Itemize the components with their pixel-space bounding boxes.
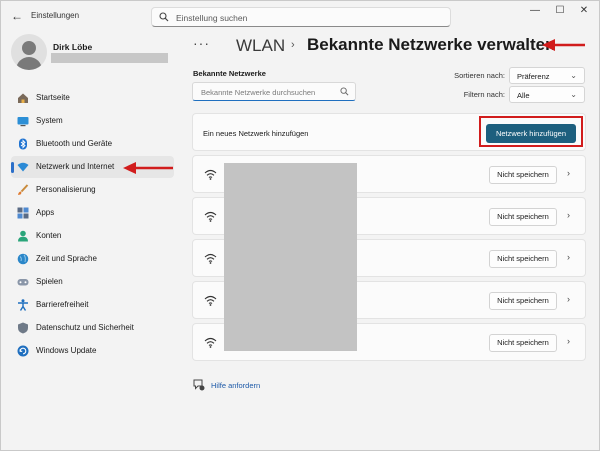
chevron-right-icon[interactable]: ›: [567, 294, 570, 304]
sort-dropdown[interactable]: Präferenz ⌄: [509, 67, 585, 84]
sidebar-item-label: Spielen: [36, 277, 63, 286]
sidebar-item-label: Personalisierung: [36, 185, 96, 194]
chevron-right-icon[interactable]: ›: [567, 336, 570, 346]
forget-network-button[interactable]: Nicht speichern: [489, 208, 557, 226]
gamepad-icon: [17, 279, 29, 286]
sidebar-item-label: Barrierefreiheit: [36, 300, 89, 309]
sidebar-item-label: Netzwerk und Internet: [36, 162, 115, 171]
account-icon: [18, 230, 28, 242]
annotation-arrow-title: [542, 39, 585, 51]
sidebar-item-konten[interactable]: Konten: [11, 225, 174, 247]
wifi-icon: [204, 211, 217, 222]
network-icon: [17, 162, 29, 172]
sidebar-item-spielen[interactable]: Spielen: [11, 271, 174, 293]
chevron-right-icon[interactable]: ›: [567, 210, 570, 220]
sidebar-item-label: Startseite: [36, 93, 70, 102]
profile-email-redacted: [51, 53, 168, 63]
sort-label: Sortieren nach:: [454, 71, 505, 80]
wifi-icon: [204, 169, 217, 180]
sidebar-item-datenschutz[interactable]: Datenschutz und Sicherheit: [11, 317, 174, 339]
section-label-known-networks: Bekannte Netzwerke: [193, 69, 266, 78]
brush-icon: [18, 184, 29, 195]
app-title: Einstellungen: [31, 11, 80, 20]
settings-window: ← Einstellungen Einstellung suchen — ☐ ✕…: [0, 0, 600, 451]
forget-network-button[interactable]: Nicht speichern: [489, 334, 557, 352]
sidebar-item-label: System: [36, 116, 63, 125]
network-search-input[interactable]: Bekannte Netzwerke durchsuchen: [192, 82, 356, 101]
title-bar: ← Einstellungen Einstellung suchen — ☐ ✕: [1, 1, 600, 31]
sidebar-item-personalisierung[interactable]: Personalisierung: [11, 179, 174, 201]
sidebar-item-system[interactable]: System: [11, 110, 174, 132]
chevron-right-icon[interactable]: ›: [567, 252, 570, 262]
sidebar-item-windows-update[interactable]: Windows Update: [11, 340, 174, 362]
search-placeholder: Einstellung suchen: [176, 13, 248, 23]
sidebar-item-barrierefreiheit[interactable]: Barrierefreiheit: [11, 294, 174, 316]
breadcrumb-separator: ›: [291, 39, 295, 51]
sidebar-item-label: Konten: [36, 231, 62, 240]
sidebar-item-label: Datenschutz und Sicherheit: [36, 323, 134, 332]
home-icon: [18, 93, 28, 103]
sidebar-item-label: Windows Update: [36, 346, 97, 355]
bluetooth-icon: [19, 138, 27, 150]
chevron-right-icon[interactable]: ›: [567, 168, 570, 178]
add-network-label: Ein neues Netzwerk hinzufügen: [203, 129, 309, 138]
system-icon: [17, 117, 29, 127]
close-icon[interactable]: ✕: [561, 1, 600, 21]
back-arrow-icon[interactable]: ←: [11, 9, 23, 23]
page-title: Bekannte Netzwerke verwalten: [307, 35, 556, 54]
wifi-icon: [204, 253, 217, 264]
sidebar-item-label: Zeit und Sprache: [36, 254, 97, 263]
filter-dropdown[interactable]: Alle ⌄: [509, 86, 585, 103]
profile-name: Dirk Löbe: [53, 42, 93, 52]
update-icon: [17, 345, 29, 357]
sidebar-item-apps[interactable]: Apps: [11, 202, 174, 224]
wifi-icon: [204, 337, 217, 348]
globe-icon: [17, 253, 29, 265]
avatar[interactable]: [11, 34, 47, 70]
wifi-icon: [204, 295, 217, 306]
annotation-arrow-sidebar: [123, 162, 173, 174]
forget-network-button[interactable]: Nicht speichern: [489, 166, 557, 184]
sort-value: Präferenz: [517, 72, 550, 81]
chevron-down-icon: ⌄: [570, 71, 577, 80]
breadcrumb-wlan[interactable]: WLAN: [236, 36, 285, 56]
breadcrumb-more-button[interactable]: ···: [193, 35, 210, 51]
forget-network-button[interactable]: Nicht speichern: [489, 292, 557, 310]
sidebar-item-label: Apps: [36, 208, 55, 217]
chevron-down-icon: ⌄: [570, 90, 577, 99]
sidebar-item-bluetooth[interactable]: Bluetooth und Geräte: [11, 133, 174, 155]
sidebar-item-zeit-sprache[interactable]: Zeit und Sprache: [11, 248, 174, 270]
filter-value: Alle: [517, 91, 530, 100]
network-search-placeholder: Bekannte Netzwerke durchsuchen: [201, 88, 316, 97]
forget-network-button[interactable]: Nicht speichern: [489, 250, 557, 268]
search-icon: [340, 87, 349, 96]
shield-icon: [18, 322, 28, 334]
apps-icon: [17, 207, 29, 219]
annotation-highlight-box: [479, 116, 583, 147]
sidebar-item-label: Bluetooth und Geräte: [36, 139, 113, 148]
search-icon: [159, 12, 169, 22]
filter-label: Filtern nach:: [463, 90, 505, 99]
help-icon: [193, 379, 205, 391]
active-indicator: [11, 162, 14, 173]
network-names-redacted: [224, 163, 357, 351]
sidebar-item-startseite[interactable]: Startseite: [11, 87, 174, 109]
search-box[interactable]: Einstellung suchen: [151, 7, 451, 27]
accessibility-icon: [18, 299, 28, 311]
help-link-label: Hilfe anfordern: [211, 381, 261, 390]
